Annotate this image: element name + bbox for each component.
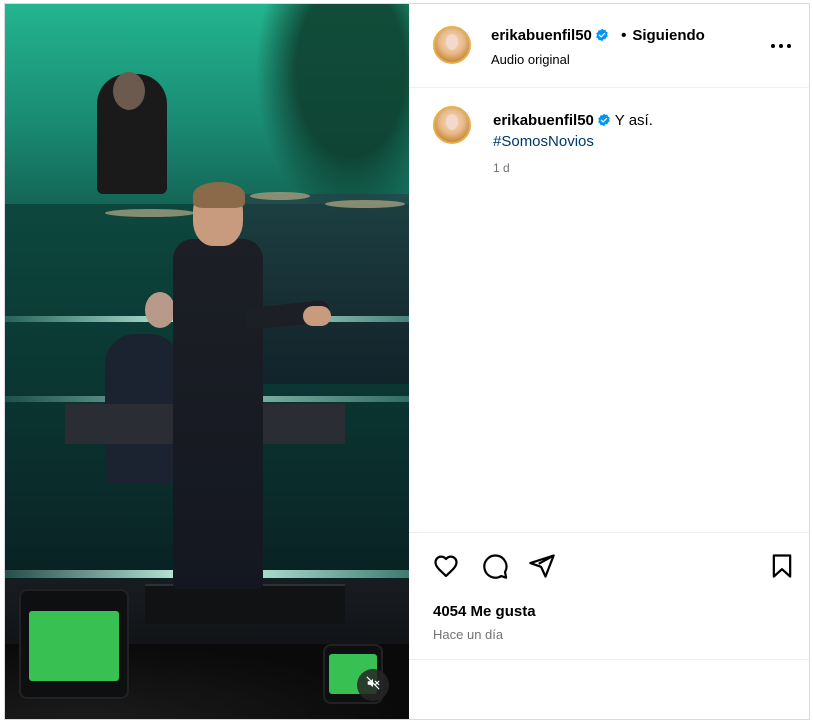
comment-button[interactable]	[480, 551, 510, 581]
comment-section	[409, 659, 809, 719]
like-button[interactable]	[431, 551, 461, 581]
post-header: erikabuenfil50 • Siguiendo Audio original	[409, 4, 809, 88]
caption-username[interactable]: erikabuenfil50	[493, 112, 594, 129]
more-options-button[interactable]	[767, 34, 795, 58]
bookmark-icon	[772, 554, 792, 578]
post-actions: 4054 Me gusta Hace un día	[409, 532, 809, 662]
caption-timestamp[interactable]: 1 d	[493, 161, 510, 175]
heart-icon	[434, 555, 458, 578]
like-count[interactable]: 4054 Me gusta	[433, 603, 536, 620]
drummer-head	[113, 72, 145, 110]
keyboard-player-head	[145, 292, 175, 328]
post-date[interactable]: Hace un día	[433, 627, 503, 642]
stage-monitor	[145, 584, 345, 624]
share-button[interactable]	[527, 551, 557, 581]
audio-label[interactable]: Audio original	[491, 52, 570, 67]
following-button[interactable]: Siguiendo	[632, 27, 705, 44]
send-icon	[529, 554, 555, 578]
separator-dot: •	[621, 27, 627, 44]
author-line: erikabuenfil50 • Siguiendo	[491, 27, 705, 44]
post-video[interactable]	[5, 4, 409, 719]
instagram-post: erikabuenfil50 • Siguiendo Audio original…	[4, 3, 810, 720]
speaker-muted-icon	[366, 676, 380, 695]
author-username[interactable]: erikabuenfil50	[491, 27, 592, 44]
save-button[interactable]	[767, 551, 797, 581]
post-details-panel: erikabuenfil50 • Siguiendo Audio original…	[409, 4, 809, 719]
more-options-icon	[771, 44, 775, 48]
caption-hashtag[interactable]: #SomosNovios	[493, 133, 594, 150]
caption-avatar[interactable]	[433, 106, 471, 144]
verified-badge-icon	[596, 28, 608, 42]
cymbal	[105, 209, 195, 217]
mute-toggle-button[interactable]	[357, 669, 389, 701]
singer	[173, 239, 263, 589]
author-avatar[interactable]	[433, 26, 471, 64]
cymbal	[325, 200, 405, 208]
caption-body: Y así.	[614, 112, 653, 129]
cymbal	[250, 192, 310, 200]
backdrop-foliage	[255, 4, 409, 224]
verified-badge-icon	[598, 113, 610, 127]
comment-icon	[483, 554, 508, 579]
singer-hand-microphone	[303, 306, 331, 326]
audience-phone	[19, 589, 129, 699]
singer-hair	[193, 182, 245, 208]
caption-text-block: erikabuenfil50 Y así. #SomosNovios	[493, 110, 793, 152]
